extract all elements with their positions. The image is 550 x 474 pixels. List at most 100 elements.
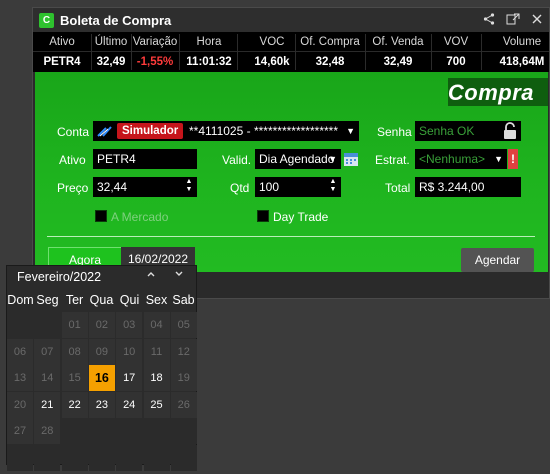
calendar-day[interactable]: 22: [61, 391, 88, 418]
qtd-label: Qtd: [230, 181, 250, 195]
divider: [47, 236, 535, 237]
quote-table: Ativo Último Variação Hora VOC Of. Compr…: [33, 32, 549, 72]
calendar-empty-cell: [170, 444, 197, 471]
app-icon: C: [39, 12, 54, 28]
order-window: C Boleta de Compra Ativo Último Variação…: [32, 7, 550, 299]
calendar-day[interactable]: 21: [34, 391, 61, 418]
value-ativo: PETR4: [43, 56, 81, 68]
calendar-icon[interactable]: [343, 150, 359, 171]
ativo-input[interactable]: PETR4: [93, 149, 197, 169]
day-trade-label: Day Trade: [273, 210, 329, 224]
a-mercado-checkbox[interactable]: [95, 210, 107, 222]
chevron-down-icon[interactable]: [174, 269, 184, 282]
share-icon[interactable]: [481, 11, 497, 27]
warning-icon[interactable]: !: [508, 149, 518, 169]
preco-stepper-icon[interactable]: ▲ ▼: [185, 178, 193, 194]
validade-label: Valid.: [222, 153, 252, 167]
buy-banner-label: Compra: [447, 80, 534, 105]
qtd-stepper-icon[interactable]: ▲ ▼: [329, 178, 337, 194]
simulator-badge: Simulador: [117, 123, 184, 139]
header-hora: Hora: [196, 36, 222, 48]
qtd-value: 100: [259, 180, 280, 194]
calendar-empty-cell: [170, 418, 197, 444]
weekday-label: Ter: [65, 293, 84, 307]
estrategia-label: Estrat.: [375, 153, 410, 167]
calendar-day[interactable]: 24: [116, 391, 143, 418]
a-mercado-label: A Mercado: [111, 210, 169, 224]
chevron-down-icon: ▼: [346, 126, 355, 136]
preco-label: Preço: [57, 181, 89, 195]
close-icon[interactable]: [529, 11, 545, 27]
header-vov: VOV: [443, 36, 469, 48]
calendar-day: 20: [7, 391, 33, 418]
calendar-empty-cell: [61, 418, 88, 444]
calendar-empty-cell: [7, 312, 33, 338]
weekday-label: Sab: [172, 293, 195, 307]
calendar-day: 11: [143, 338, 170, 365]
value-ultimo: 32,49: [96, 56, 126, 68]
buy-order-panel: Compra Conta Simulador **4111025 - *****…: [35, 72, 548, 272]
calendar-day: 01: [61, 312, 88, 338]
weekday-label: Qua: [89, 293, 114, 307]
title-bar[interactable]: C Boleta de Compra: [33, 8, 549, 32]
estrategia-value: <Nenhuma>: [419, 152, 486, 166]
calendar-empty-cell: [143, 418, 170, 444]
weekday-label: Seg: [36, 293, 59, 307]
value-vov: 700: [446, 56, 466, 68]
calendar-day: 10: [116, 338, 143, 365]
calendar-month-label[interactable]: Fevereiro/2022: [17, 270, 101, 284]
calendar-day[interactable]: 16: [88, 365, 115, 391]
calendar-day: 08: [61, 338, 88, 365]
value-of-venda: 32,49: [383, 56, 413, 68]
calendar-day: 26: [170, 391, 197, 418]
calendar-day: 14: [34, 365, 61, 391]
calendar-empty-cell: [88, 444, 115, 471]
calendar-empty-cell: [61, 444, 88, 471]
calendar-day: 09: [88, 338, 115, 365]
calendar-day: 15: [61, 365, 88, 391]
header-ativo: Ativo: [49, 36, 75, 48]
calendar-day: 12: [170, 338, 197, 365]
date-picker: Fevereiro/2022 Dom Seg Ter Qua Qui Sex S…: [6, 265, 197, 471]
ativo-label: Ativo: [59, 153, 86, 167]
chevron-up-icon[interactable]: [146, 269, 156, 282]
total-field: R$ 3.244,00: [415, 177, 521, 197]
header-of-compra: Of. Compra: [300, 36, 360, 48]
preco-input[interactable]: 32,44 ▲ ▼: [93, 177, 197, 197]
calendar-empty-cell: [34, 444, 61, 471]
qtd-input[interactable]: 100 ▲ ▼: [255, 177, 341, 197]
total-label: Total: [385, 181, 411, 195]
day-trade-checkbox[interactable]: [257, 210, 269, 222]
calendar-day[interactable]: 18: [143, 365, 170, 391]
header-ultimo: Último: [94, 36, 128, 48]
value-variacao: -1,55%: [136, 56, 174, 68]
calendar-day[interactable]: 25: [143, 391, 170, 418]
senha-label: Senha: [377, 125, 412, 139]
conta-value: **4111025 - ******************: [189, 124, 338, 138]
value-volume: 418,64M: [499, 56, 545, 68]
value-hora: 11:01:32: [186, 56, 232, 68]
calendar-empty-cell: [143, 444, 170, 471]
validade-select[interactable]: Dia Agendado ▼: [255, 149, 341, 169]
calendar-day: 19: [170, 365, 197, 391]
weekday-label: Dom: [7, 293, 34, 307]
header-of-venda: Of. Venda: [372, 36, 424, 48]
window-title: Boleta de Compra: [60, 12, 172, 28]
calendar-empty-cell: [116, 418, 143, 444]
chevron-down-icon: ▼: [328, 154, 337, 164]
agendar-button[interactable]: Agendar: [461, 248, 534, 272]
calendar-day[interactable]: 17: [116, 365, 143, 391]
conta-select[interactable]: Simulador **4111025 - ******************…: [93, 121, 359, 141]
calendar-day[interactable]: 23: [88, 391, 115, 418]
estrategia-select[interactable]: <Nenhuma> ▼: [415, 149, 507, 169]
lock-icon[interactable]: [502, 121, 518, 144]
header-variacao: Variação: [132, 36, 178, 48]
calendar-day: 07: [34, 338, 61, 365]
calendar-day: 04: [143, 312, 170, 338]
calendar-day: 06: [7, 338, 33, 365]
calendar-day: 03: [116, 312, 143, 338]
calendar-day: 28: [34, 418, 61, 444]
calendar-empty-cell: [88, 418, 115, 444]
calendar-day: 27: [7, 418, 33, 444]
detach-window-icon[interactable]: [505, 11, 521, 27]
